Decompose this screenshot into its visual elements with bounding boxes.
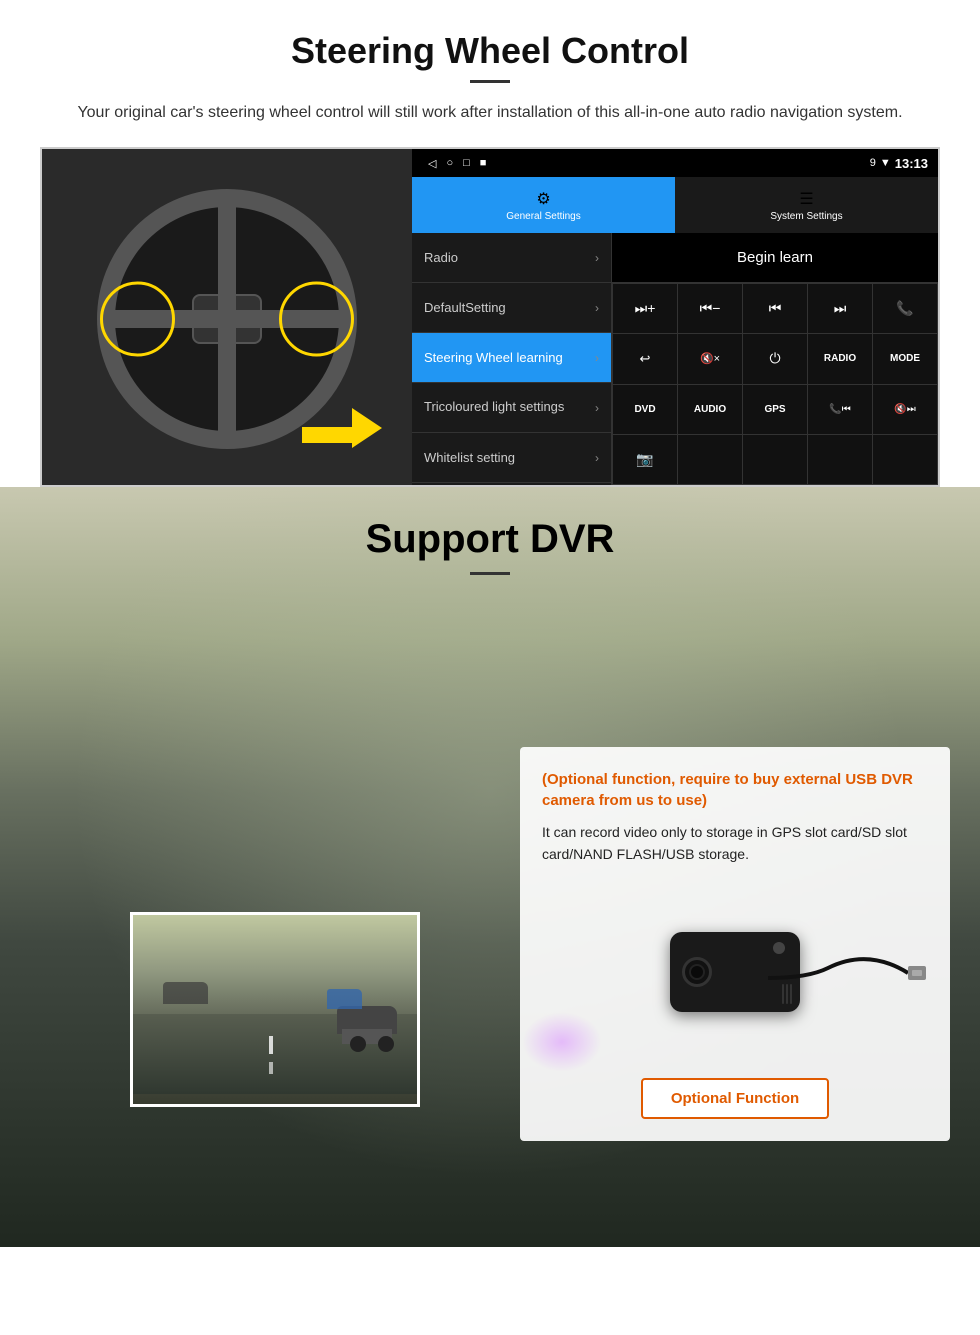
menu-item-radio[interactable]: Radio › xyxy=(412,233,611,283)
menu-item-whitelist[interactable]: Whitelist setting › xyxy=(412,433,611,483)
empty-btn-2 xyxy=(743,435,807,484)
arrow-head xyxy=(352,408,382,448)
chevron-icon: › xyxy=(595,251,599,265)
dvr-title-area: Support DVR xyxy=(0,487,980,575)
begin-learn-button[interactable]: Begin learn xyxy=(737,249,813,266)
phone-prev-button[interactable]: 📞⏮ xyxy=(808,385,872,434)
function-button-grid: ⏭+ ⏮− ⏮ ⏭ 📞 ↩ 🔇× ⏻ RADIO MODE DVD AUDIO … xyxy=(612,283,938,485)
arrow-body xyxy=(302,427,352,443)
dvr-screenshot-inner xyxy=(133,915,417,1104)
steering-ui-container: ◁ ○ □ ■ 9 ▼ 13:13 ⚙ General Settings ☰ S… xyxy=(40,147,940,487)
begin-learn-row: Begin learn xyxy=(612,233,938,283)
android-panel: ◁ ○ □ ■ 9 ▼ 13:13 ⚙ General Settings ☰ S… xyxy=(412,149,938,485)
steering-section: Steering Wheel Control Your original car… xyxy=(0,0,980,487)
tab-general-settings[interactable]: ⚙ General Settings xyxy=(412,177,675,233)
chevron-icon: › xyxy=(595,401,599,415)
status-bar: ◁ ○ □ ■ 9 ▼ 13:13 xyxy=(412,149,938,177)
power-button[interactable]: ⏻ xyxy=(743,334,807,383)
menu-default-label: DefaultSetting xyxy=(424,300,506,315)
empty-btn-4 xyxy=(873,435,937,484)
menu-item-steering[interactable]: Steering Wheel learning › xyxy=(412,333,611,383)
vol-down-button[interactable]: ⏮− xyxy=(678,284,742,333)
dvr-description: It can record video only to storage in G… xyxy=(542,821,928,866)
camera-lens xyxy=(682,957,712,987)
chevron-icon: › xyxy=(595,451,599,465)
dvr-divider xyxy=(470,572,510,575)
steering-photo xyxy=(42,149,412,487)
title-divider xyxy=(470,80,510,83)
dvr-section-title: Support DVR xyxy=(0,517,980,562)
empty-btn-3 xyxy=(808,435,872,484)
dvd-button[interactable]: DVD xyxy=(613,385,677,434)
prev-track-button[interactable]: ⏮ xyxy=(743,284,807,333)
system-settings-icon: ☰ xyxy=(799,189,813,209)
dvr-section: Support DVR (O xyxy=(0,487,980,1247)
menu-item-defaultsetting[interactable]: DefaultSetting › xyxy=(412,283,611,333)
android-menu: Radio › DefaultSetting › Steering Wheel … xyxy=(412,233,938,485)
general-settings-icon: ⚙ xyxy=(536,189,550,209)
chevron-icon: › xyxy=(595,351,599,365)
phone-button[interactable]: 📞 xyxy=(873,284,937,333)
menu-steering-label: Steering Wheel learning xyxy=(424,350,563,365)
radio-button[interactable]: RADIO xyxy=(808,334,872,383)
recents-icon: □ xyxy=(463,157,470,169)
menu-radio-label: Radio xyxy=(424,250,458,265)
dvr-optional-text: (Optional function, require to buy exter… xyxy=(542,769,928,811)
wheel-spoke-vertical xyxy=(218,207,236,431)
menu-whitelist-label: Whitelist setting xyxy=(424,450,515,465)
signal-icon: 9 xyxy=(870,157,876,169)
status-bar-left: ◁ ○ □ ■ xyxy=(428,157,486,170)
home-icon: ○ xyxy=(446,157,453,169)
tab-system-label: System Settings xyxy=(770,211,842,222)
camera-light-effect xyxy=(522,1012,602,1072)
android-tabs: ⚙ General Settings ☰ System Settings xyxy=(412,177,938,233)
section-subtitle: Your original car's steering wheel contr… xyxy=(40,101,940,125)
tab-system-settings[interactable]: ☰ System Settings xyxy=(675,177,938,233)
menu-tricoloured-label: Tricoloured light settings xyxy=(424,399,564,416)
audio-button[interactable]: AUDIO xyxy=(678,385,742,434)
usb-cable xyxy=(768,948,928,1008)
optional-function-button[interactable]: Optional Function xyxy=(641,1078,829,1119)
back-icon: ◁ xyxy=(428,157,436,170)
steering-learning-panel: Begin learn ⏭+ ⏮− ⏮ ⏭ 📞 ↩ 🔇× ⏻ RADIO MOD… xyxy=(612,233,938,485)
status-time: 13:13 xyxy=(895,156,928,171)
settings-menu-list: Radio › DefaultSetting › Steering Wheel … xyxy=(412,233,612,485)
vol-up-button[interactable]: ⏭+ xyxy=(613,284,677,333)
mode-button[interactable]: MODE xyxy=(873,334,937,383)
wheel-circle-left xyxy=(100,282,175,357)
gps-button[interactable]: GPS xyxy=(743,385,807,434)
camera-button[interactable]: 📷 xyxy=(613,435,677,484)
dvr-screenshot-thumbnail xyxy=(130,912,420,1107)
chevron-icon: › xyxy=(595,301,599,315)
mute-next-button[interactable]: 🔇⏭ xyxy=(873,385,937,434)
wifi-icon: ▼ xyxy=(880,157,891,169)
tab-general-label: General Settings xyxy=(506,211,581,222)
steering-arrow xyxy=(302,409,382,449)
hang-up-button[interactable]: ↩ xyxy=(613,334,677,383)
dvr-info-card: (Optional function, require to buy exter… xyxy=(520,747,950,1141)
wheel-circle-right xyxy=(279,282,354,357)
mute-button[interactable]: 🔇× xyxy=(678,334,742,383)
page-title: Steering Wheel Control xyxy=(40,30,940,72)
menu-icon: ■ xyxy=(480,157,487,169)
dvr-camera-image xyxy=(542,882,928,1062)
empty-btn-1 xyxy=(678,435,742,484)
next-track-button[interactable]: ⏭ xyxy=(808,284,872,333)
menu-item-tricoloured[interactable]: Tricoloured light settings › xyxy=(412,383,611,433)
